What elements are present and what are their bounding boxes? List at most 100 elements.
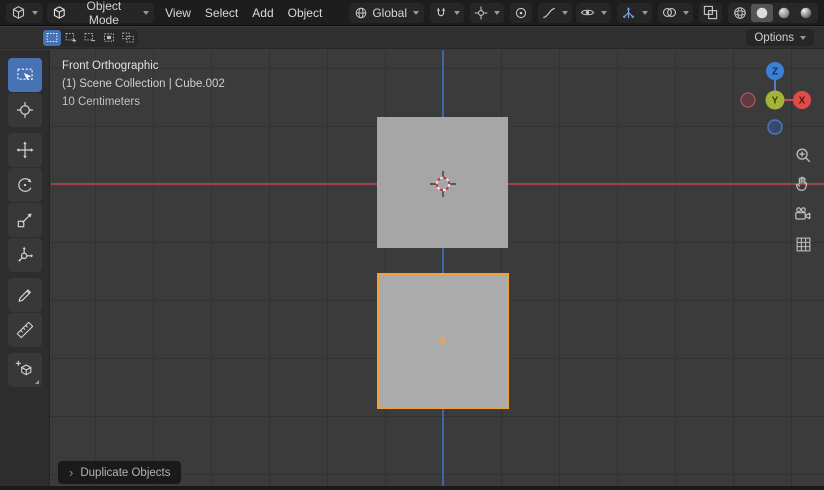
tool-scale[interactable] [7, 203, 42, 237]
cube-icon [53, 6, 65, 19]
gizmos-dropdown[interactable] [617, 2, 652, 23]
chevron-down-icon [683, 10, 689, 15]
viewport-display-group [576, 2, 818, 23]
overlapping-squares-icon [703, 5, 718, 20]
cube-object-selected[interactable] [377, 273, 509, 409]
eye-icon [580, 9, 595, 16]
mode-dropdown[interactable]: Object Mode [47, 0, 155, 27]
wireframe-sphere-icon [734, 6, 746, 19]
annotate-pencil-icon [18, 289, 31, 302]
chevron-down-icon [32, 10, 38, 15]
axis-x-label: X [799, 96, 806, 107]
solid-sphere-icon [756, 7, 768, 18]
chevron-down-icon [601, 10, 607, 15]
shading-wireframe-button[interactable] [729, 4, 751, 22]
gizmo-icon [623, 7, 634, 19]
rendered-sphere-icon [800, 7, 812, 18]
axis-z-line [442, 50, 444, 486]
globe-icon [356, 7, 367, 18]
zoom-button[interactable] [790, 142, 816, 168]
menu-object[interactable]: Object [281, 0, 330, 26]
view-toggle-button[interactable] [790, 231, 816, 257]
orientation-label: Global [372, 5, 407, 20]
falloff-curve-icon [543, 7, 555, 18]
add-cube-icon [15, 360, 31, 376]
rotate-icon [17, 178, 31, 192]
shading-rendered-button[interactable] [795, 4, 817, 22]
proportional-edit-toggle[interactable] [510, 2, 532, 23]
select-mode-subtract-button[interactable] [81, 30, 99, 46]
grid-scale-label: 10 Centimeters [62, 96, 140, 108]
camera-icon [795, 207, 811, 220]
tool-transform[interactable] [7, 238, 42, 272]
select-extend-icon [65, 32, 77, 43]
operator-panel-label: Duplicate Objects [80, 466, 171, 479]
camera-view-button[interactable] [790, 201, 816, 227]
select-mode-intersect-button[interactable] [119, 30, 137, 46]
menu-view[interactable]: View [158, 0, 198, 26]
options-dropdown[interactable]: Options [746, 29, 814, 46]
status-bar-edge [0, 486, 824, 490]
measure-ruler-icon [16, 321, 33, 339]
pan-button[interactable] [790, 171, 816, 197]
viewport-info-overlay: Front Orthographic (1) Scene Collection … [62, 57, 225, 111]
select-mode-set-button[interactable] [43, 29, 61, 46]
chevron-down-icon [494, 10, 500, 15]
select-mode-group [42, 28, 138, 47]
tool-move[interactable] [7, 133, 42, 167]
operator-panel[interactable]: › Duplicate Objects [58, 461, 182, 484]
cursor-tool-icon [16, 101, 33, 119]
transform-snap-group: Global [349, 2, 572, 23]
overlays-dropdown[interactable] [658, 2, 693, 23]
magnet-icon [436, 7, 446, 16]
axis-neg-x-handle[interactable] [740, 92, 756, 108]
toolbar [0, 50, 50, 486]
origin-dot [439, 337, 446, 344]
tool-measure[interactable] [7, 313, 42, 347]
mode-label: Object Mode [86, 0, 122, 27]
blender-window: Object Mode View Select Add Object Globa… [0, 0, 824, 490]
editor-type-button[interactable] [6, 2, 43, 23]
proportional-edit-icon [515, 7, 527, 18]
tool-rotate[interactable] [7, 168, 42, 202]
material-sphere-icon [778, 7, 790, 18]
tool-annotate[interactable] [7, 278, 42, 312]
hand-icon [795, 176, 808, 191]
magnifier-plus-icon [796, 148, 811, 163]
view-name-label: Front Orthographic [62, 60, 159, 72]
scale-icon [17, 213, 31, 228]
visibility-dropdown[interactable] [576, 2, 611, 23]
menu-bar: View Select Add Object [158, 0, 329, 26]
viewport-3d[interactable]: Front Orthographic (1) Scene Collection … [51, 50, 824, 486]
select-set-icon [46, 32, 58, 43]
snap-target-dropdown[interactable] [470, 2, 504, 23]
tool-select-box[interactable] [7, 58, 42, 92]
shading-material-button[interactable] [773, 4, 795, 22]
select-mode-invert-button[interactable] [100, 30, 118, 46]
falloff-dropdown[interactable] [538, 2, 572, 23]
transform-icon [17, 246, 33, 262]
navigation-gizmo[interactable]: Z X Y [735, 60, 815, 140]
chevron-down-icon [143, 10, 150, 15]
axis-y-label: Y [772, 96, 779, 107]
tool-settings-bar: Options [0, 27, 824, 49]
chevron-down-icon [642, 10, 648, 15]
xray-toggle[interactable] [699, 2, 722, 23]
options-label: Options [754, 31, 794, 44]
tool-cursor[interactable] [7, 93, 42, 127]
orientation-dropdown[interactable]: Global [349, 2, 424, 23]
active-object-label: (1) Scene Collection | Cube.002 [62, 78, 225, 90]
chevron-down-icon [562, 10, 568, 15]
tool-add-cube[interactable] [7, 353, 42, 387]
shading-mode-group [728, 2, 818, 23]
move-icon [16, 141, 33, 159]
shading-solid-button[interactable] [751, 3, 773, 22]
snap-toggle[interactable] [430, 2, 464, 23]
select-intersect-icon [122, 32, 134, 43]
axis-neg-z-handle[interactable] [767, 119, 783, 135]
select-mode-extend-button[interactable] [62, 30, 80, 46]
cursor-3d-icon [430, 171, 456, 197]
menu-add[interactable]: Add [245, 0, 280, 26]
grid-icon [796, 237, 810, 251]
menu-select[interactable]: Select [198, 0, 245, 26]
